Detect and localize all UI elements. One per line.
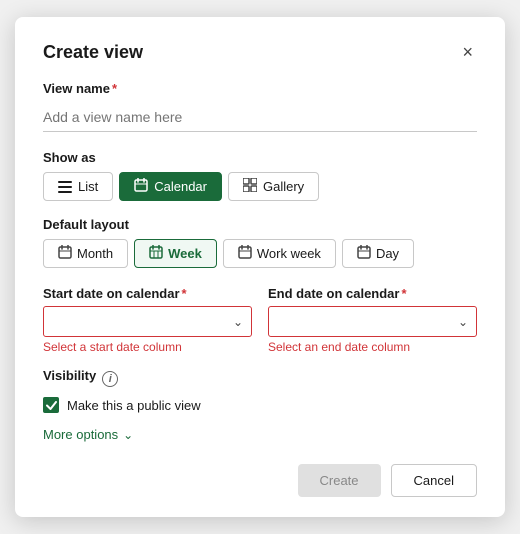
show-as-list-button[interactable]: List xyxy=(43,172,113,201)
show-as-label: Show as xyxy=(43,150,477,165)
start-date-select[interactable] xyxy=(43,306,252,337)
layout-day-button[interactable]: Day xyxy=(342,239,414,268)
visibility-info-icon: i xyxy=(102,371,118,387)
end-date-col: End date on calendar* ⌄ Select an end da… xyxy=(268,286,477,354)
create-button[interactable]: Create xyxy=(298,464,381,497)
start-date-col: Start date on calendar* ⌄ Select a start… xyxy=(43,286,252,354)
day-cal-icon xyxy=(357,245,371,262)
visibility-section: Visibility i Make this a public view xyxy=(43,368,477,413)
public-view-checkbox-row[interactable]: Make this a public view xyxy=(43,397,477,413)
more-options-chevron-icon: ⌄ xyxy=(123,428,133,442)
start-date-label: Start date on calendar* xyxy=(43,286,252,301)
gallery-icon xyxy=(243,178,257,195)
default-layout-section: Default layout Month Week Work week xyxy=(43,217,477,268)
default-layout-label: Default layout xyxy=(43,217,477,232)
layout-week-button[interactable]: Week xyxy=(134,239,217,268)
dialog-title: Create view xyxy=(43,42,143,63)
public-view-checkbox[interactable] xyxy=(43,397,59,413)
cancel-button[interactable]: Cancel xyxy=(391,464,477,497)
create-view-dialog: Create view × View name* Show as List Ca… xyxy=(15,17,505,517)
calendar-icon xyxy=(134,178,148,195)
start-date-error: Select a start date column xyxy=(43,340,252,354)
layout-workweek-button[interactable]: Work week xyxy=(223,239,336,268)
layout-group: Month Week Work week Day xyxy=(43,239,477,268)
workweek-cal-icon xyxy=(238,245,252,262)
show-as-group: List Calendar Gallery xyxy=(43,172,477,201)
public-view-label: Make this a public view xyxy=(67,398,201,413)
layout-month-button[interactable]: Month xyxy=(43,239,128,268)
dialog-footer: Create Cancel xyxy=(43,460,477,497)
month-cal-icon xyxy=(58,245,72,262)
close-button[interactable]: × xyxy=(458,41,477,63)
date-row: Start date on calendar* ⌄ Select a start… xyxy=(43,286,477,354)
view-name-section: View name* xyxy=(43,81,477,150)
show-as-gallery-button[interactable]: Gallery xyxy=(228,172,319,201)
view-name-label: View name* xyxy=(43,81,477,96)
list-icon xyxy=(58,181,72,193)
visibility-label: Visibility xyxy=(43,368,96,383)
checkmark-icon xyxy=(46,401,57,410)
view-name-input[interactable] xyxy=(43,103,477,132)
start-date-select-wrapper: ⌄ xyxy=(43,306,252,337)
end-date-label: End date on calendar* xyxy=(268,286,477,301)
end-date-select-wrapper: ⌄ xyxy=(268,306,477,337)
dialog-header: Create view × xyxy=(43,41,477,63)
end-date-select[interactable] xyxy=(268,306,477,337)
week-cal-icon xyxy=(149,245,163,262)
show-as-calendar-button[interactable]: Calendar xyxy=(119,172,222,201)
more-options-row[interactable]: More options ⌄ xyxy=(43,427,477,442)
end-date-error: Select an end date column xyxy=(268,340,477,354)
visibility-label-row: Visibility i xyxy=(43,368,477,390)
more-options-text: More options xyxy=(43,427,118,442)
show-as-section: Show as List Calendar Gallery xyxy=(43,150,477,201)
